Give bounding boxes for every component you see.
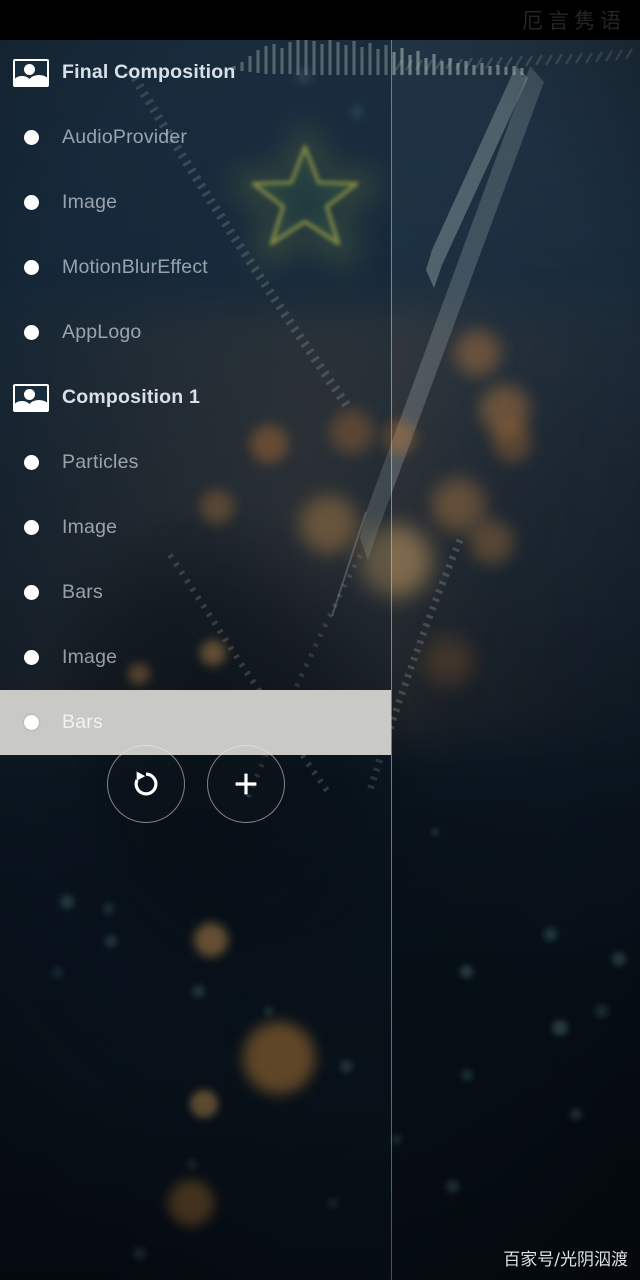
- status-bar-watermark: 厄言隽语: [522, 9, 626, 33]
- image-icon-glyph: [13, 383, 49, 412]
- bullet-dot-icon: [0, 195, 62, 210]
- composition-row[interactable]: Composition 1: [0, 365, 391, 430]
- image-icon-hill-b: [27, 399, 47, 410]
- bullet-dot-icon: [0, 325, 62, 340]
- layer-row[interactable]: AudioProvider: [0, 105, 391, 170]
- layer-label: AudioProvider: [62, 126, 188, 148]
- composition-label: Composition 1: [62, 386, 201, 408]
- layer-row[interactable]: Image: [0, 170, 391, 235]
- bullet-dot-icon: [0, 260, 62, 275]
- layer-label: Bars: [62, 581, 103, 603]
- layer-label: Image: [62, 516, 118, 538]
- bullet-dot-glyph: [23, 520, 39, 535]
- layer-label: Bars: [62, 711, 103, 733]
- app-screen: Final Composition AudioProvider Image Motio…: [0, 0, 640, 1280]
- add-button[interactable]: [206, 745, 285, 823]
- bullet-dot-glyph: [23, 260, 39, 275]
- image-icon-hill-b: [27, 74, 47, 85]
- image-icon-sun: [24, 63, 35, 75]
- bullet-dot-glyph: [23, 650, 39, 665]
- bullet-dot-icon: [0, 715, 62, 730]
- image-icon: [0, 58, 62, 87]
- plus-icon: [235, 773, 256, 795]
- bullet-dot-glyph: [23, 585, 39, 600]
- footer-watermark: 百家号/光阴泅渡: [503, 1250, 628, 1270]
- reset-button[interactable]: [106, 745, 185, 823]
- status-bar: 厄言隽语: [0, 0, 640, 40]
- bullet-dot-glyph: [23, 195, 39, 210]
- image-icon: [0, 383, 62, 412]
- bullet-dot-icon: [0, 520, 62, 535]
- layer-row[interactable]: Image: [0, 625, 391, 690]
- layer-list-drawer: Final Composition AudioProvider Image Motio…: [0, 40, 391, 1280]
- bullet-dot-icon: [0, 650, 62, 665]
- image-icon-sun: [24, 388, 35, 400]
- layer-row[interactable]: MotionBlurEffect: [0, 235, 391, 300]
- composition-label: Final Composition: [62, 61, 236, 83]
- layer-label: Particles: [62, 451, 139, 473]
- image-icon-glyph: [13, 58, 49, 87]
- bullet-dot-glyph: [23, 325, 39, 340]
- composition-row[interactable]: Final Composition: [0, 40, 391, 105]
- bullet-dot-icon: [0, 130, 62, 145]
- layer-label: Image: [62, 646, 118, 668]
- bullet-dot-icon: [0, 585, 62, 600]
- layer-label: Image: [62, 191, 118, 213]
- layer-row[interactable]: AppLogo: [0, 300, 391, 365]
- bullet-dot-glyph: [23, 455, 39, 470]
- bullet-dot-glyph: [23, 130, 39, 145]
- bullet-dot-glyph: [23, 715, 39, 730]
- bullet-dot-icon: [0, 455, 62, 470]
- layer-row[interactable]: Bars: [0, 560, 391, 625]
- layer-label: AppLogo: [62, 321, 142, 343]
- action-button-bar: [0, 745, 391, 823]
- rotate-ccw-icon: [134, 771, 157, 796]
- layer-row[interactable]: Particles: [0, 430, 391, 495]
- layer-row[interactable]: Image: [0, 495, 391, 560]
- layer-list: Final Composition AudioProvider Image Motio…: [0, 40, 391, 755]
- layer-label: MotionBlurEffect: [62, 256, 208, 278]
